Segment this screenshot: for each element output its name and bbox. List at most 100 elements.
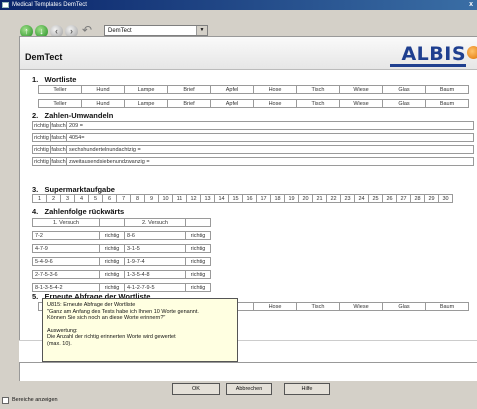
- window-titlebar: Medical Templates DemTect x: [0, 0, 477, 10]
- word-cell[interactable]: Lampe: [124, 85, 168, 94]
- table-row: 7-2 richtig 8-6 richtig: [32, 231, 211, 240]
- col-1-eval-header: [99, 218, 125, 227]
- word-cell[interactable]: Lampe: [124, 99, 168, 108]
- show-sections-checkbox[interactable]: [2, 397, 9, 404]
- richtig-option[interactable]: richtig: [32, 145, 51, 154]
- supermarkt-count-cell[interactable]: 12: [186, 194, 201, 203]
- sequence-2: 3-1-5: [124, 244, 186, 253]
- supermarkt-count-cell[interactable]: 20: [298, 194, 313, 203]
- undo-icon[interactable]: ↶: [82, 23, 92, 37]
- section-wortliste: 1. Wortliste: [32, 75, 77, 84]
- result-2[interactable]: richtig: [185, 244, 211, 253]
- section-zahlen: 2. Zahlen-Umwandeln: [32, 111, 114, 120]
- falsch-option[interactable]: falsch: [50, 133, 67, 142]
- sequence-2: 1-9-7-4: [124, 257, 186, 266]
- show-sections-label: Bereiche anzeigen: [12, 397, 58, 403]
- table-row: 8-1-3-5-4-2 richtig 4-1-2-7-9-5 richtig: [32, 283, 211, 292]
- supermarkt-count-cell[interactable]: 4: [74, 194, 89, 203]
- supermarkt-count-cell[interactable]: 6: [102, 194, 117, 203]
- supermarkt-count-cell[interactable]: 1: [32, 194, 47, 203]
- ok-button[interactable]: OK: [172, 383, 220, 395]
- richtig-option[interactable]: richtig: [32, 157, 51, 166]
- supermarkt-count-cell[interactable]: 16: [242, 194, 257, 203]
- word-cell[interactable]: Hose: [253, 99, 297, 108]
- word-cell[interactable]: Hund: [81, 99, 125, 108]
- supermarkt-count-cell[interactable]: 21: [312, 194, 327, 203]
- col-2-eval-header: [185, 218, 211, 227]
- word-cell[interactable]: Apfel: [210, 99, 254, 108]
- supermarkt-count-cell[interactable]: 5: [88, 194, 103, 203]
- supermarkt-count-cell[interactable]: 26: [382, 194, 397, 203]
- help-button[interactable]: Hilfe: [284, 383, 330, 395]
- supermarkt-count-cell[interactable]: 11: [172, 194, 187, 203]
- supermarkt-count-cell[interactable]: 10: [158, 194, 173, 203]
- result-1[interactable]: richtig: [99, 244, 125, 253]
- toolbar: ↑ ↓ ‹ › ↶ DemTect ▼: [0, 10, 477, 38]
- word-cell[interactable]: Hund: [81, 85, 125, 94]
- result-2[interactable]: richtig: [185, 231, 211, 240]
- word-cell[interactable]: Glas: [382, 99, 426, 108]
- richtig-option[interactable]: richtig: [32, 121, 51, 130]
- falsch-option[interactable]: falsch: [50, 157, 67, 166]
- supermarkt-count-cell[interactable]: 23: [340, 194, 355, 203]
- supermarkt-count-cell[interactable]: 8: [130, 194, 145, 203]
- supermarkt-count-cell[interactable]: 27: [396, 194, 411, 203]
- zahlenfolge-header: 1. Versuch 2. Versuch: [32, 218, 211, 227]
- word-cell[interactable]: Teller: [38, 99, 82, 108]
- chevron-down-icon[interactable]: ▼: [196, 26, 207, 35]
- template-select[interactable]: DemTect ▼: [104, 25, 208, 36]
- supermarkt-count-cell[interactable]: 18: [270, 194, 285, 203]
- table-row: 5-4-9-6 richtig 1-9-7-4 richtig: [32, 257, 211, 266]
- supermarkt-count-cell[interactable]: 29: [424, 194, 439, 203]
- result-2[interactable]: richtig: [185, 270, 211, 279]
- richtig-option[interactable]: richtig: [32, 133, 51, 142]
- sequence-2: 4-1-2-7-9-5: [124, 283, 186, 292]
- supermarkt-count-cell[interactable]: 2: [46, 194, 61, 203]
- sequence-2: 1-3-5-4-8: [124, 270, 186, 279]
- word-cell[interactable]: Baum: [425, 85, 469, 94]
- word-cell[interactable]: Hose: [253, 302, 297, 311]
- word-cell[interactable]: Apfel: [210, 85, 254, 94]
- word-cell[interactable]: Wiese: [339, 302, 383, 311]
- word-cell[interactable]: Teller: [38, 85, 82, 94]
- result-1[interactable]: richtig: [99, 257, 125, 266]
- supermarkt-count-cell[interactable]: 15: [228, 194, 243, 203]
- word-cell[interactable]: Brief: [167, 99, 211, 108]
- word-cell[interactable]: Wiese: [339, 85, 383, 94]
- sequence-1: 2-7-5-3-6: [32, 270, 100, 279]
- word-cell[interactable]: Tisch: [296, 85, 340, 94]
- supermarkt-count-cell[interactable]: 14: [214, 194, 229, 203]
- supermarkt-count-cell[interactable]: 24: [354, 194, 369, 203]
- word-cell[interactable]: Glas: [382, 302, 426, 311]
- word-cell[interactable]: Glas: [382, 85, 426, 94]
- word-cell[interactable]: Brief: [167, 85, 211, 94]
- result-1[interactable]: richtig: [99, 270, 125, 279]
- supermarkt-count-cell[interactable]: 19: [284, 194, 299, 203]
- supermarkt-count-cell[interactable]: 3: [60, 194, 75, 203]
- falsch-option[interactable]: falsch: [50, 145, 67, 154]
- supermarkt-count-cell[interactable]: 25: [368, 194, 383, 203]
- supermarkt-count-cell[interactable]: 17: [256, 194, 271, 203]
- result-2[interactable]: richtig: [185, 257, 211, 266]
- supermarkt-count-cell[interactable]: 13: [200, 194, 215, 203]
- sequence-1: 7-2: [32, 231, 100, 240]
- word-cell[interactable]: Tisch: [296, 99, 340, 108]
- supermarkt-count-cell[interactable]: 28: [410, 194, 425, 203]
- result-2[interactable]: richtig: [185, 283, 211, 292]
- supermarkt-count-cell[interactable]: 30: [438, 194, 453, 203]
- word-cell[interactable]: Baum: [425, 99, 469, 108]
- result-1[interactable]: richtig: [99, 231, 125, 240]
- zahlen-row: richtig falsch zweitausendsiebenundzwanzig…: [32, 157, 474, 166]
- word-cell[interactable]: Hose: [253, 85, 297, 94]
- falsch-option[interactable]: falsch: [50, 121, 67, 130]
- albis-logo: ALBIS: [401, 43, 466, 65]
- supermarkt-count-cell[interactable]: 22: [326, 194, 341, 203]
- close-icon[interactable]: x: [469, 0, 473, 10]
- word-cell[interactable]: Tisch: [296, 302, 340, 311]
- result-1[interactable]: richtig: [99, 283, 125, 292]
- supermarkt-count-cell[interactable]: 9: [144, 194, 159, 203]
- word-cell[interactable]: Wiese: [339, 99, 383, 108]
- supermarkt-count-cell[interactable]: 7: [116, 194, 131, 203]
- cancel-button[interactable]: Abbrechen: [226, 383, 272, 395]
- word-cell[interactable]: Baum: [425, 302, 469, 311]
